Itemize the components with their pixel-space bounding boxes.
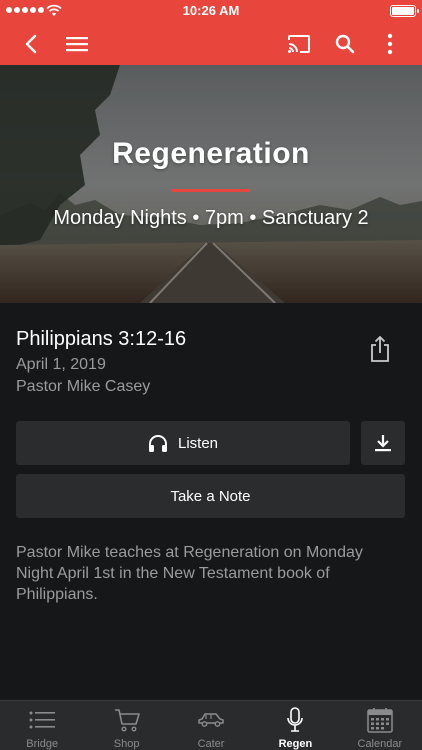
more-vertical-icon (387, 33, 393, 54)
tab-label: Bridge (26, 738, 59, 750)
sermon-speaker: Pastor Mike Casey (16, 378, 151, 395)
take-a-note-label: Take a Note (170, 487, 251, 505)
railroad-landscape-image (0, 65, 422, 303)
title-divider (172, 189, 250, 192)
status-bar: 10:26 AM (0, 0, 422, 22)
share-icon (371, 336, 389, 362)
cast-button[interactable] (279, 22, 319, 65)
status-time: 10:26 AM (182, 3, 240, 18)
tab-label: Shop (113, 738, 140, 750)
cast-icon (288, 34, 310, 53)
top-navigation-bar (0, 22, 422, 65)
tab-cater[interactable]: Cater (169, 701, 253, 750)
download-button[interactable] (361, 421, 405, 465)
series-schedule: Monday Nights • 7pm • Sanctuary 2 (53, 207, 369, 229)
back-button[interactable] (11, 22, 51, 65)
series-title: Regeneration (112, 137, 310, 170)
menu-icon (66, 36, 88, 51)
take-a-note-button[interactable]: Take a Note (16, 474, 405, 518)
tab-shop[interactable]: Shop (84, 701, 168, 750)
tab-label: Cater (197, 738, 225, 750)
search-button[interactable] (325, 22, 365, 65)
share-button[interactable] (364, 333, 396, 365)
list-icon (29, 711, 56, 729)
tab-label: Calendar (357, 738, 403, 750)
car-icon (198, 713, 224, 727)
series-banner: Regeneration Monday Nights • 7pm • Sanct… (0, 65, 422, 303)
back-icon (25, 34, 37, 53)
tab-calendar[interactable]: Calendar (338, 701, 422, 750)
more-options-button[interactable] (370, 22, 410, 65)
menu-button[interactable] (57, 22, 97, 65)
sermon-description: Pastor Mike teaches at Regeneration on M… (16, 544, 363, 603)
tab-label: Regen (278, 738, 313, 750)
download-icon (375, 435, 391, 452)
search-icon (335, 34, 355, 53)
sermon-title: Philippians 3:12-16 (16, 328, 187, 350)
bottom-tab-bar: Bridge Shop Cater Regen Calendar (0, 700, 422, 750)
battery-icon (390, 5, 419, 17)
tab-regen[interactable]: Regen (253, 701, 337, 750)
listen-button[interactable]: Listen (16, 421, 350, 465)
tab-bridge[interactable]: Bridge (0, 701, 84, 750)
listen-label: Listen (177, 434, 219, 452)
headphones-icon (148, 435, 167, 452)
sermon-date: April 1, 2019 (16, 356, 106, 373)
microphone-icon (287, 707, 304, 732)
calendar-icon (367, 708, 393, 733)
cart-icon (114, 709, 140, 732)
